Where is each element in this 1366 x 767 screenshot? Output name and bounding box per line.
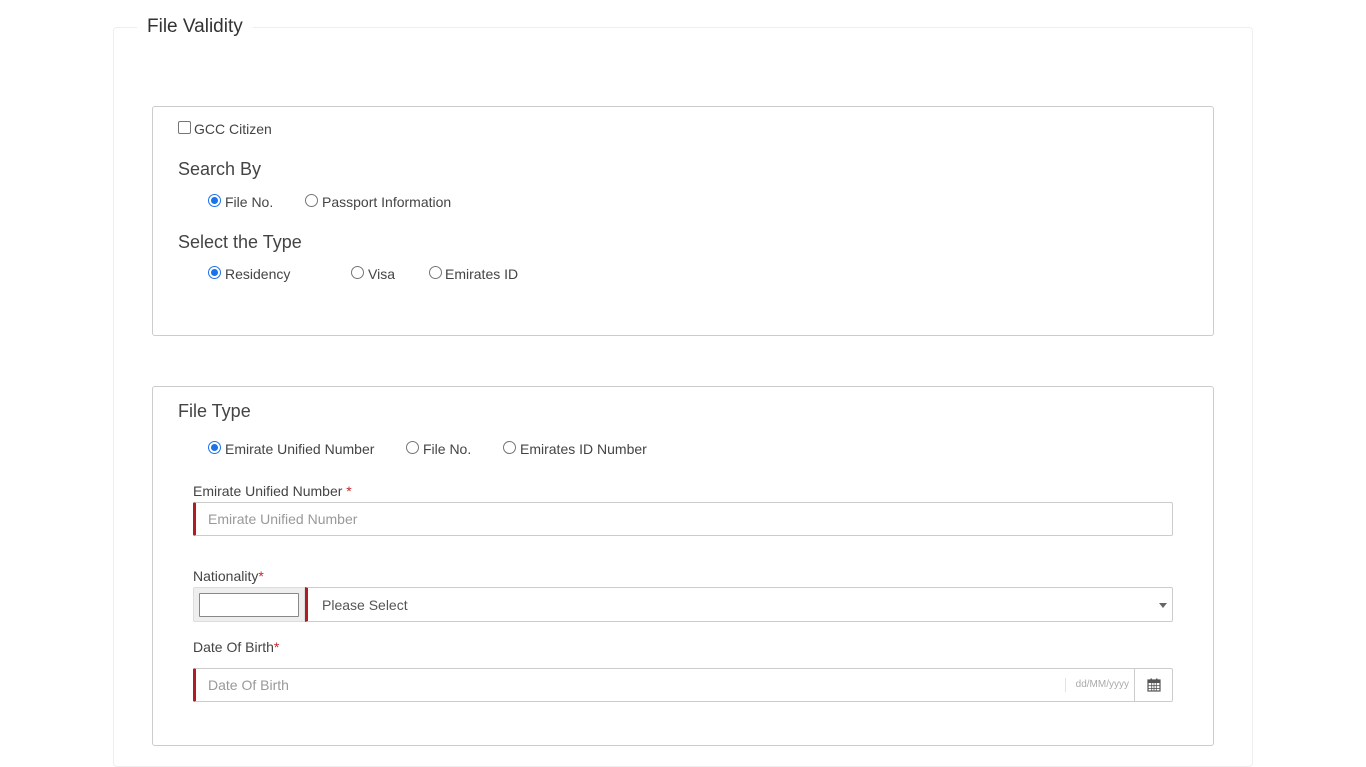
nationality-select[interactable]: Please Select bbox=[305, 587, 1173, 622]
nationality-field-label: Nationality* bbox=[193, 567, 264, 585]
page-title: File Validity bbox=[137, 14, 253, 40]
required-mark: * bbox=[258, 568, 264, 584]
search-by-file-no-radio[interactable] bbox=[208, 194, 221, 207]
file-type-file-no-radio[interactable] bbox=[406, 441, 419, 454]
search-by-title: Search By bbox=[178, 159, 262, 179]
unified-number-label-text: Emirate Unified Number bbox=[193, 483, 343, 499]
file-type-emirates-id-label: Emirates ID Number bbox=[520, 441, 647, 457]
type-residency-label: Residency bbox=[225, 266, 291, 282]
file-type-emirates-id-radio[interactable] bbox=[503, 441, 516, 454]
file-type-unified-number-label: Emirate Unified Number bbox=[225, 441, 375, 457]
type-visa-label: Visa bbox=[368, 266, 395, 282]
search-by-file-no-label: File No. bbox=[225, 194, 274, 210]
required-mark: * bbox=[273, 639, 280, 655]
dob-placeholder: Date Of Birth bbox=[208, 677, 289, 693]
nationality-selected-value: Please Select bbox=[322, 596, 408, 613]
select-type-title: Select the Type bbox=[178, 232, 302, 252]
nationality-code-input[interactable] bbox=[199, 593, 299, 617]
search-by-passport-label: Passport Information bbox=[322, 194, 452, 210]
dob-field-label: Date Of Birth* bbox=[193, 638, 279, 656]
file-type-title: File Type bbox=[178, 401, 251, 421]
unified-number-field-label: Emirate Unified Number * bbox=[193, 482, 352, 500]
type-residency-radio[interactable] bbox=[208, 266, 221, 279]
unified-number-input[interactable]: Emirate Unified Number bbox=[193, 502, 1173, 536]
search-by-passport-radio[interactable] bbox=[305, 194, 318, 207]
calendar-button[interactable] bbox=[1134, 668, 1173, 702]
type-visa-radio[interactable] bbox=[351, 266, 364, 279]
dob-format-hint: dd/MM/yyyy bbox=[1064, 678, 1129, 692]
dob-label-text: Date Of Birth bbox=[193, 639, 274, 655]
file-type-file-no-label: File No. bbox=[423, 441, 472, 457]
unified-number-placeholder: Emirate Unified Number bbox=[208, 511, 358, 527]
dob-input[interactable]: Date Of Birth dd/MM/yyyy bbox=[193, 668, 1135, 702]
type-emirates-id-radio[interactable] bbox=[429, 266, 442, 279]
nationality-label-text: Nationality bbox=[193, 568, 259, 584]
chevron-down-icon bbox=[1159, 603, 1167, 608]
required-mark: * bbox=[346, 483, 352, 499]
type-emirates-id-label: Emirates ID bbox=[445, 266, 519, 282]
search-options-panel bbox=[152, 106, 1214, 336]
file-type-unified-number-radio[interactable] bbox=[208, 441, 221, 454]
calendar-icon bbox=[1146, 678, 1161, 692]
gcc-citizen-checkbox[interactable] bbox=[178, 121, 191, 134]
gcc-citizen-label: GCC Citizen bbox=[194, 121, 272, 137]
